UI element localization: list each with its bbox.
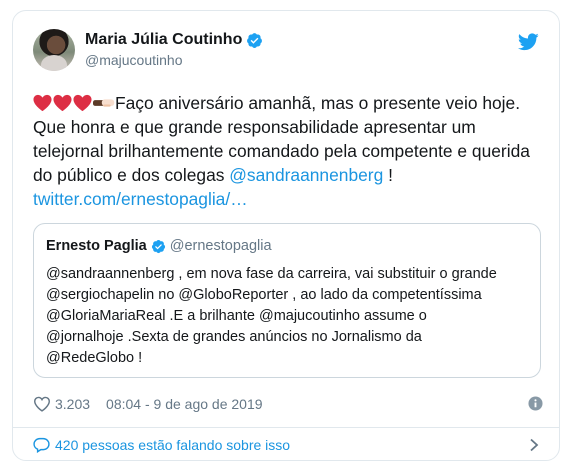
tweet-text: Faço aniversário amanhã, mas o presente … xyxy=(33,91,543,211)
quoted-tweet-header: Ernesto Paglia @ernestopaglia xyxy=(46,236,528,256)
tweet-timestamp[interactable]: 08:04 - 9 de ago de 2019 xyxy=(106,396,262,412)
tweet-meta-row: 3.203 08:04 - 9 de ago de 2019 xyxy=(33,393,543,415)
quoted-text-line: @sandraannenberg , em nova fase da carre… xyxy=(46,266,497,282)
verified-badge-icon xyxy=(151,239,165,253)
author-display-name[interactable]: Maria Júlia Coutinho xyxy=(85,31,242,49)
conversation-link-text[interactable]: 420 pessoas estão falando sobre isso xyxy=(55,437,290,453)
like-count[interactable]: 3.203 xyxy=(55,396,90,412)
tweet-body-end: ! xyxy=(383,165,393,185)
author-name-row: Maria Júlia Coutinho xyxy=(85,31,263,49)
reply-bubble-icon xyxy=(33,437,50,453)
quoted-text-line: @jornalhoje .Sexta de grandes anúncios n… xyxy=(46,329,422,345)
red-heart-emoji-icon xyxy=(73,94,92,112)
chevron-right-icon[interactable] xyxy=(529,438,539,452)
quoted-text-line: @GloriaMariaReal .E a brilhante @majucou… xyxy=(46,308,427,324)
info-icon[interactable] xyxy=(528,396,543,411)
mention-link-sandraannenberg[interactable]: @sandraannenberg xyxy=(229,165,383,185)
verified-badge-icon xyxy=(247,32,263,48)
quoted-author-handle[interactable]: @ernestopaglia xyxy=(170,238,272,254)
red-heart-emoji-icon xyxy=(33,94,52,112)
author-avatar[interactable] xyxy=(33,29,75,71)
heart-outline-icon[interactable] xyxy=(33,396,51,412)
tweet-header: Maria Júlia Coutinho @majucoutinho xyxy=(33,29,539,79)
quoted-text-line: @RedeGlobo ! xyxy=(46,350,143,366)
quoted-author-name[interactable]: Ernesto Paglia xyxy=(46,238,147,254)
quoted-tweet-text: @sandraannenberg , em nova fase da carre… xyxy=(46,264,528,369)
conversation-footer[interactable]: 420 pessoas estão falando sobre isso xyxy=(33,428,539,460)
quoted-text-line: @sergiochapelin no @GloboReporter , ao l… xyxy=(46,287,482,303)
red-heart-emoji-icon xyxy=(53,94,72,112)
tweet-url-link[interactable]: twitter.com/ernestopaglia/… xyxy=(33,189,248,209)
embedded-tweet-card[interactable]: Maria Júlia Coutinho @majucoutinho Faço … xyxy=(12,10,560,461)
twitter-bird-icon[interactable] xyxy=(518,33,539,51)
handshake-emoji-icon xyxy=(93,99,115,107)
author-handle[interactable]: @majucoutinho xyxy=(85,52,183,68)
quoted-tweet[interactable]: Ernesto Paglia @ernestopaglia @sandraann… xyxy=(33,223,541,378)
